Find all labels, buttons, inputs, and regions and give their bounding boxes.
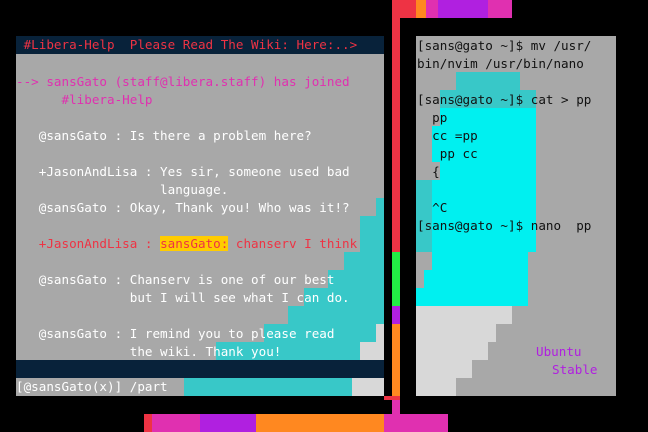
divider-purple (392, 306, 400, 324)
divider-orange (392, 324, 400, 396)
terminal-line: [sans@gato ~]$ mv /usr/ (417, 38, 592, 53)
irc-bg-teal-4 (328, 270, 384, 288)
bottom-bar-pink (152, 414, 200, 432)
term-bg-light-1 (416, 306, 512, 324)
irc-input-text[interactable]: [@sansGato(x)] /part (16, 379, 168, 395)
irc-message: +JasonAndLisa : Yes sir, someone used ba… (16, 164, 350, 179)
top-bar-orange (416, 0, 426, 18)
bottom-bar-purple (200, 414, 256, 432)
top-bar-pink-2 (488, 0, 512, 18)
irc-message: @sansGato : Chanserv is one of our best (16, 272, 335, 287)
term-bg-cyan-1 (440, 108, 536, 126)
top-bar-red (392, 0, 416, 18)
irc-bg-light-2 (360, 342, 384, 360)
terminal-line: [sans@gato ~]$ cat > pp (417, 92, 592, 107)
bottom-bar-red (144, 414, 152, 432)
term-bg-cyan-5 (432, 252, 528, 270)
terminal-line: [sans@gato ~]$ nano pp (417, 218, 592, 233)
terminal-line: ^C (417, 200, 448, 215)
irc-message: @sansGato : Is there a problem here? (16, 128, 312, 143)
terminal-line: pp (417, 110, 448, 125)
term-bg-cyan-4 (432, 180, 536, 252)
irc-message-continued: language. (16, 182, 229, 197)
top-bar-purple (438, 0, 488, 18)
irc-message: @sansGato : I remind you to please read (16, 326, 335, 341)
bottom-bar-orange (256, 414, 384, 432)
irc-highlight-message: +JasonAndLisa : sansGato: chanserv I thi… (16, 236, 357, 252)
irc-message-continued: but I will see what I can do. (16, 290, 350, 305)
top-bar-pink (426, 0, 438, 18)
term-bg-teal-3 (416, 180, 432, 252)
term-bg-teal-1 (456, 72, 520, 90)
distro-name: Ubuntu (536, 344, 582, 359)
irc-bg-teal-2 (360, 216, 384, 252)
terminal-line: { (417, 164, 440, 179)
terminal-window[interactable]: [sans@gato ~]$ mv /usr/ bin/nvim /usr/bi… (416, 36, 616, 396)
distro-release: Stable (552, 362, 598, 377)
divider-green (392, 252, 400, 306)
irc-topic-bar: #Libera-Help Please Read The Wiki: Here:… (16, 36, 384, 54)
irc-input-line[interactable]: [@sansGato(x)] /part (16, 378, 384, 396)
irc-bg-light-1 (376, 324, 384, 342)
irc-highlight-text: chanserv I think (228, 236, 358, 251)
irc-bg-teal-6 (288, 306, 384, 324)
irc-input-bg-teal (184, 378, 352, 396)
irc-bg-teal-1 (376, 198, 384, 216)
irc-window[interactable]: #Libera-Help Please Read The Wiki: Here:… (16, 36, 384, 396)
irc-highlight-nick: +JasonAndLisa : (16, 236, 161, 251)
term-bg-light-4 (416, 360, 472, 378)
irc-bg-teal-3 (344, 252, 384, 270)
term-bg-light-2 (416, 324, 496, 342)
terminal-line: cc =pp (417, 128, 478, 143)
term-bg-light-5 (416, 378, 456, 396)
irc-message: @sansGato : Okay, Thank you! Who was it!… (16, 200, 350, 215)
irc-join-line: --> sansGato (staff@libera.staff) has jo… (16, 74, 350, 89)
irc-mention: sansGato: (160, 236, 229, 251)
irc-join-channel: #libera-Help (16, 92, 153, 107)
irc-input-bg-light (352, 378, 384, 396)
irc-status-bar (16, 360, 384, 378)
term-bg-light-3 (416, 342, 488, 360)
term-bg-cyan-3 (440, 162, 536, 180)
irc-topic-text: #Libera-Help Please Read The Wiki: Here:… (16, 37, 358, 52)
terminal-line: pp cc (417, 146, 478, 161)
term-bg-cyan-7 (416, 288, 520, 306)
divider-connector (384, 396, 400, 400)
irc-message-continued: the wiki. Thank you! (16, 344, 282, 359)
bottom-bar-pink-2 (384, 414, 448, 432)
terminal-line: bin/nvim /usr/bin/nano (417, 56, 584, 71)
divider-red (392, 18, 400, 252)
